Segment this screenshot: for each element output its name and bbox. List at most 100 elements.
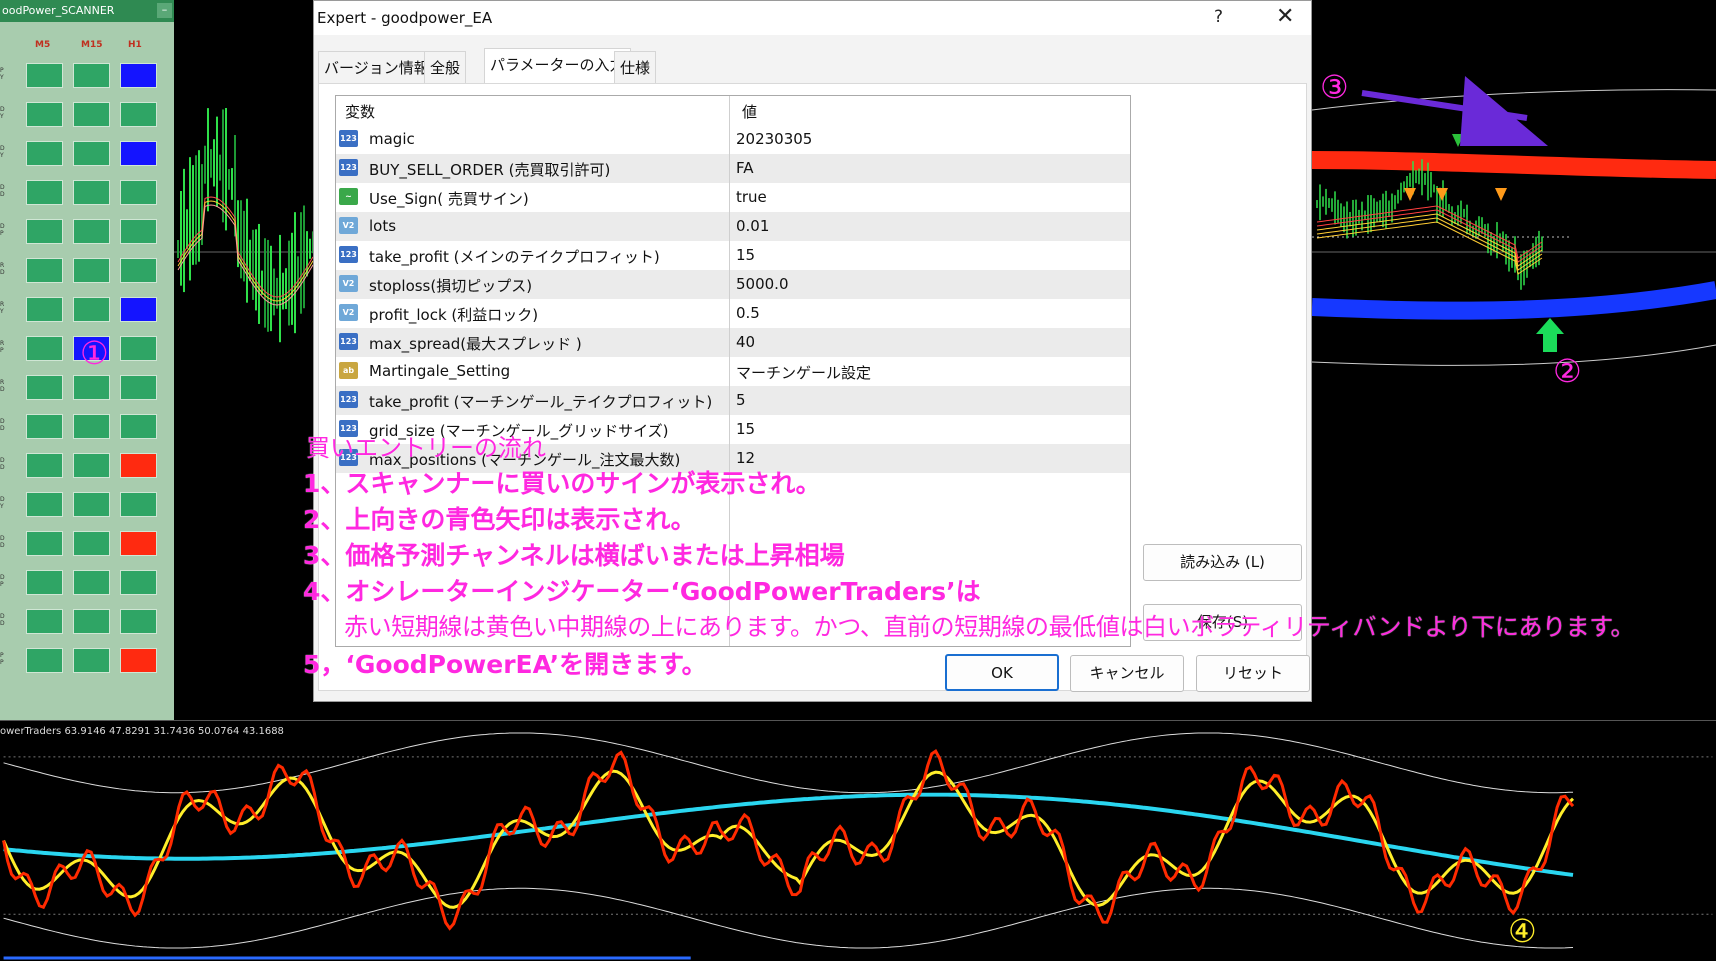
type-123-icon: 123 [339, 391, 358, 408]
scanner-col-m15: M15 [81, 40, 103, 50]
scanner-signal-cell[interactable] [120, 570, 157, 595]
scanner-signal-cell[interactable] [73, 180, 110, 205]
scanner-signal-cell[interactable] [73, 102, 110, 127]
scanner-signal-cell[interactable] [120, 492, 157, 517]
scanner-signal-cell[interactable] [120, 219, 157, 244]
dialog-title: Expert - goodpower_EA [317, 9, 493, 27]
scanner-signal-cell[interactable] [73, 453, 110, 478]
ok-button[interactable]: OK [945, 654, 1059, 691]
parameter-value[interactable]: 5 [736, 391, 746, 409]
parameter-value[interactable]: 15 [736, 246, 755, 264]
scanner-signal-cell[interactable] [120, 102, 157, 127]
parameter-value[interactable]: 0.5 [736, 304, 760, 322]
table-row[interactable]: 123 take_profit (マーチンゲール_テイクプロフィット) 5 [336, 386, 1130, 415]
scanner-signal-cell[interactable] [73, 141, 110, 166]
scanner-signal-cell[interactable] [26, 219, 63, 244]
scanner-signal-cell[interactable] [120, 609, 157, 634]
scanner-signal-cell[interactable] [120, 297, 157, 322]
scanner-signal-cell[interactable] [73, 648, 110, 673]
scanner-signal-cell[interactable] [120, 258, 157, 283]
scanner-signal-cell[interactable] [73, 375, 110, 400]
scanner-signal-cell[interactable] [73, 219, 110, 244]
annotation-heading: 買いエントリーの流れ [306, 434, 546, 462]
scanner-signal-cell[interactable] [26, 63, 63, 88]
annotation-line-4: 4、オシレーターインジケーター‘GoodPowerTraders’は [303, 577, 981, 606]
scanner-signal-cell[interactable] [26, 336, 63, 361]
reset-button[interactable]: リセット [1196, 655, 1310, 692]
parameter-name: stoploss(損切ピップス) [369, 277, 533, 295]
scanner-signal-cell[interactable] [26, 141, 63, 166]
scanner-signal-cell[interactable] [26, 609, 63, 634]
price-chart-left [174, 108, 314, 343]
lower-channel-band [1312, 281, 1716, 320]
tab-input-parameters[interactable]: パラメーターの入力 [484, 48, 631, 84]
annotation-line-4b: 赤い短期線は黄色い中期線の上にあります。かつ、直前の短期線の最低値は白いボラティ… [344, 613, 1635, 641]
scanner-signal-cell[interactable] [73, 570, 110, 595]
table-row[interactable]: V2 profit_lock (利益ロック) 0.5 [336, 299, 1130, 328]
scanner-signal-cell[interactable] [26, 648, 63, 673]
scanner-row-label: D Y [0, 496, 5, 510]
parameter-value[interactable]: 15 [736, 420, 755, 438]
scanner-signal-cell[interactable] [120, 414, 157, 439]
scanner-signal-cell[interactable] [73, 297, 110, 322]
candles-left [177, 108, 314, 343]
parameter-value[interactable]: true [736, 188, 767, 206]
cancel-button[interactable]: キャンセル [1070, 655, 1184, 692]
parameter-name: BUY_SELL_ORDER (売買取引許可) [369, 161, 611, 179]
table-row[interactable]: 123 magic 20230305 [336, 125, 1130, 154]
scanner-signal-cell[interactable] [120, 141, 157, 166]
candles-right [1316, 159, 1543, 290]
type-123-icon: 123 [339, 130, 358, 147]
osc-short-line [2, 749, 1575, 931]
scanner-signal-cell[interactable] [73, 609, 110, 634]
scanner-signal-cell[interactable] [26, 102, 63, 127]
parameter-value[interactable]: FA [736, 159, 754, 177]
scanner-signal-cell[interactable] [26, 297, 63, 322]
help-icon[interactable]: ? [1214, 7, 1223, 27]
scanner-row-label: D P [0, 223, 5, 237]
scanner-signal-cell[interactable] [120, 648, 157, 673]
column-value-header[interactable]: 値 [742, 101, 757, 122]
column-variable-header[interactable]: 変数 [345, 101, 375, 122]
scanner-signal-cell[interactable] [26, 492, 63, 517]
scanner-signal-cell[interactable] [120, 453, 157, 478]
scanner-signal-cell[interactable] [26, 375, 63, 400]
table-row[interactable]: 123 take_profit (メインのテイクプロフィット) 15 [336, 241, 1130, 270]
scanner-signal-cell[interactable] [26, 531, 63, 556]
load-button[interactable]: 読み込み (L) [1143, 544, 1302, 581]
parameter-name: lots [369, 217, 397, 235]
scanner-signal-cell[interactable] [120, 63, 157, 88]
table-row[interactable]: V2 lots 0.01 [336, 212, 1130, 241]
table-row[interactable]: ~ Use_Sign( 売買サイン) true [336, 183, 1130, 212]
scanner-row-label: D D [0, 535, 5, 549]
scanner-signal-cell[interactable] [73, 63, 110, 88]
scanner-signal-cell[interactable] [73, 492, 110, 517]
parameter-value[interactable]: 5000.0 [736, 275, 789, 293]
scanner-signal-cell[interactable] [26, 453, 63, 478]
scanner-signal-cell[interactable] [73, 414, 110, 439]
parameter-value[interactable]: 20230305 [736, 130, 812, 148]
parameter-value[interactable]: 0.01 [736, 217, 769, 235]
table-row[interactable]: 123 max_spread(最大スプレッド ) 40 [336, 328, 1130, 357]
table-row[interactable]: ab Martingale_Setting マーチンゲール設定 [336, 357, 1130, 386]
scanner-signal-cell[interactable] [26, 258, 63, 283]
tab-specification[interactable]: 仕様 [614, 51, 657, 83]
parameter-value[interactable]: 40 [736, 333, 755, 351]
scanner-signal-cell[interactable] [26, 570, 63, 595]
scanner-row-label: D D [0, 613, 5, 627]
scanner-signal-cell[interactable] [120, 375, 157, 400]
scanner-signal-cell[interactable] [120, 180, 157, 205]
scanner-minimize-button[interactable]: – [157, 3, 172, 18]
table-row[interactable]: 123 BUY_SELL_ORDER (売買取引許可) FA [336, 154, 1130, 183]
table-row[interactable]: V2 stoploss(損切ピップス) 5000.0 [336, 270, 1130, 299]
tab-version-info[interactable]: バージョン情報 [318, 51, 435, 83]
scanner-signal-cell[interactable] [26, 414, 63, 439]
scanner-signal-cell[interactable] [73, 531, 110, 556]
scanner-signal-cell[interactable] [26, 180, 63, 205]
tab-general[interactable]: 全般 [424, 51, 467, 83]
close-icon[interactable]: ✕ [1276, 4, 1294, 29]
scanner-signal-cell[interactable] [120, 531, 157, 556]
scanner-signal-cell[interactable] [120, 336, 157, 361]
scanner-signal-cell[interactable] [73, 258, 110, 283]
parameter-value[interactable]: マーチンゲール設定 [736, 362, 871, 383]
